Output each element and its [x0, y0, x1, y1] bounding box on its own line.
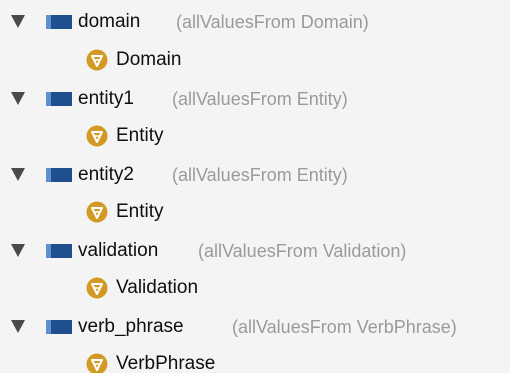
class-name: Validation: [116, 277, 199, 298]
property-tree: domain (allValuesFrom Domain) Domain ent…: [0, 0, 510, 373]
expand-triangle-icon[interactable]: [11, 320, 25, 333]
class-all-values-icon: [86, 125, 108, 147]
tree-row-entity1[interactable]: entity1 (allValuesFrom Entity): [0, 84, 510, 114]
tree-row-entity1-value[interactable]: Entity: [0, 121, 510, 151]
property-name: entity2: [78, 164, 134, 185]
tree-row-validation[interactable]: validation (allValuesFrom Validation): [0, 236, 510, 266]
class-all-values-icon: [86, 201, 108, 223]
property-name: entity1: [78, 88, 134, 109]
object-property-icon: [46, 244, 72, 258]
restriction-text: (allValuesFrom Entity): [172, 165, 348, 185]
tree-row-domain[interactable]: domain (allValuesFrom Domain): [0, 7, 510, 37]
class-name: Entity: [116, 125, 164, 146]
tree-row-verb-phrase[interactable]: verb_phrase (allValuesFrom VerbPhrase): [0, 312, 510, 342]
object-property-icon: [46, 320, 72, 334]
restriction-text: (allValuesFrom VerbPhrase): [232, 317, 457, 337]
property-name: domain: [78, 11, 141, 32]
class-all-values-icon: [86, 353, 108, 373]
tree-row-domain-value[interactable]: Domain: [0, 45, 510, 75]
class-all-values-icon: [86, 49, 108, 71]
tree-row-verb-phrase-value[interactable]: VerbPhrase: [0, 349, 510, 373]
expand-triangle-icon[interactable]: [11, 168, 25, 181]
restriction-text: (allValuesFrom Validation): [198, 241, 407, 261]
expand-triangle-icon[interactable]: [11, 244, 25, 257]
restriction-text: (allValuesFrom Entity): [172, 89, 348, 109]
tree-row-validation-value[interactable]: Validation: [0, 273, 510, 303]
tree-row-entity2[interactable]: entity2 (allValuesFrom Entity): [0, 160, 510, 190]
class-name: Entity: [116, 201, 164, 222]
expand-triangle-icon[interactable]: [11, 15, 25, 28]
expand-triangle-icon[interactable]: [11, 92, 25, 105]
property-name: validation: [78, 240, 159, 261]
property-name: verb_phrase: [78, 316, 184, 337]
restriction-text: (allValuesFrom Domain): [176, 12, 369, 32]
class-name: Domain: [116, 49, 182, 70]
class-all-values-icon: [86, 277, 108, 299]
object-property-icon: [46, 15, 72, 29]
class-name: VerbPhrase: [116, 353, 216, 373]
tree-row-entity2-value[interactable]: Entity: [0, 197, 510, 227]
object-property-icon: [46, 92, 72, 106]
object-property-icon: [46, 168, 72, 182]
